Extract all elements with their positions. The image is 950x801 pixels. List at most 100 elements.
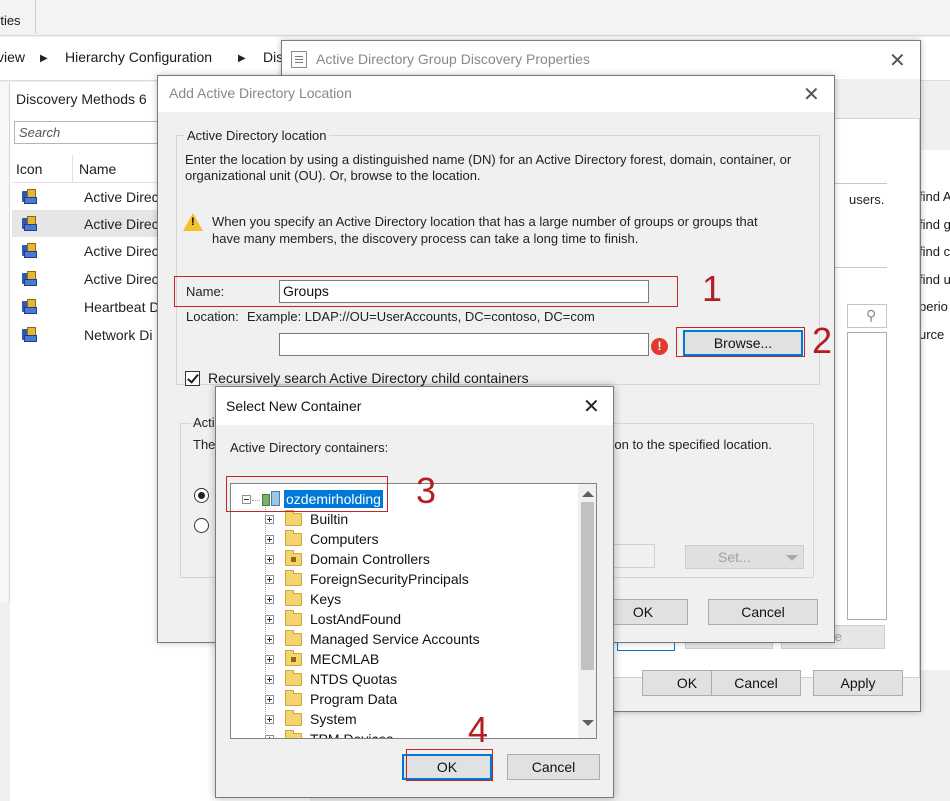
group-description: sion to the specified location. (605, 437, 772, 452)
tree-node[interactable]: Keys (231, 590, 577, 610)
expand-icon[interactable] (265, 555, 274, 564)
column-header-icon[interactable]: Icon (16, 161, 42, 177)
group-label: Acti (191, 415, 217, 430)
warning-line: have many members, the discovery process… (212, 231, 639, 246)
close-icon[interactable]: ✕ (803, 82, 820, 107)
detail-fragment: find g (919, 217, 950, 232)
breadcrumb-separator-icon: ▶ (238, 53, 246, 64)
expand-icon[interactable] (265, 735, 274, 738)
tree-node[interactable]: MECMLAB (231, 650, 577, 670)
expand-icon[interactable] (265, 675, 274, 684)
details-column: find A find g find c find u perio urce (918, 150, 950, 670)
content-title: Discovery Methods 6 (16, 91, 147, 107)
chevron-down-icon (786, 555, 798, 561)
set-account-button[interactable]: Set... (685, 545, 804, 569)
folder-icon (285, 570, 302, 586)
cancel-button[interactable]: Cancel (708, 599, 818, 625)
discovery-method-icon (22, 189, 40, 205)
specify-account-radio[interactable] (194, 518, 209, 533)
column-header-name[interactable]: Name (79, 161, 116, 177)
tree-node[interactable]: Managed Service Accounts (231, 630, 577, 650)
expand-icon[interactable] (265, 715, 274, 724)
expand-icon[interactable] (265, 615, 274, 624)
navigation-pane (0, 82, 10, 602)
tree-node[interactable]: Domain Controllers (231, 550, 577, 570)
folder-icon (285, 610, 302, 626)
discovery-method-icon (22, 271, 40, 287)
ou-folder-icon (285, 550, 302, 566)
folder-icon (285, 710, 302, 726)
recursive-search-label: Recursively search Active Directory chil… (208, 370, 529, 386)
callout-box-name (174, 276, 678, 307)
discovery-method-icon (22, 243, 40, 259)
folder-icon (285, 690, 302, 706)
expand-icon[interactable] (265, 595, 274, 604)
callout-number: 3 (416, 470, 437, 511)
folder-icon (285, 730, 302, 738)
description-line: organizational unit (OU). Or, browse to … (185, 168, 481, 183)
detail-fragment: perio (919, 299, 948, 314)
folder-icon (285, 630, 302, 646)
location-input[interactable] (279, 333, 649, 356)
dialog-titlebar[interactable]: Add Active Directory Location ✕ (158, 76, 834, 112)
expand-icon[interactable] (265, 635, 274, 644)
close-icon[interactable]: ✕ (889, 48, 906, 73)
ribbon-tab-properties[interactable]: rties (0, 0, 36, 34)
scroll-thumb[interactable] (581, 502, 594, 670)
location-example: Example: LDAP://OU=UserAccounts, DC=cont… (247, 309, 595, 324)
dialog-titlebar[interactable]: Select New Container ✕ (216, 387, 613, 425)
locations-search-input[interactable]: ⚲ (847, 304, 887, 328)
folder-icon (285, 590, 302, 606)
breadcrumb-separator-icon: ▶ (40, 53, 48, 64)
cancel-button[interactable]: Cancel (711, 670, 801, 696)
discovery-method-icon (22, 299, 40, 315)
dialog-title: Add Active Directory Location (169, 85, 352, 101)
scroll-down-icon[interactable] (582, 720, 594, 726)
group-description: The (193, 437, 216, 452)
computer-account-radio[interactable] (194, 488, 209, 503)
callout-number: 2 (812, 320, 833, 361)
tree-node[interactable]: System (231, 710, 577, 730)
recursive-search-checkbox[interactable] (185, 371, 200, 386)
tree-node[interactable]: ForeignSecurityPrincipals (231, 570, 577, 590)
discovery-method-icon (22, 216, 40, 232)
expand-icon[interactable] (265, 655, 274, 664)
warning-icon: ! (183, 213, 203, 231)
cancel-button[interactable]: Cancel (507, 754, 600, 780)
description-fragment: users. (849, 192, 885, 207)
breadcrumb-item-hierarchy[interactable]: Hierarchy Configuration (65, 49, 212, 65)
expand-icon[interactable] (265, 515, 274, 524)
tree-node[interactable]: NTDS Quotas (231, 670, 577, 690)
callout-number: 4 (468, 709, 489, 750)
expand-icon[interactable] (265, 575, 274, 584)
tree-node[interactable]: LostAndFound (231, 610, 577, 630)
error-icon: ! (651, 338, 668, 355)
tree-node[interactable]: Builtin (231, 510, 577, 530)
callout-box-ok (406, 749, 493, 781)
expand-icon[interactable] (265, 535, 274, 544)
tree-node[interactable]: Program Data (231, 690, 577, 710)
dialog-title: Select New Container (226, 398, 362, 414)
tree-node[interactable]: TPM Devices (231, 730, 577, 738)
folder-icon (285, 530, 302, 546)
folder-icon (285, 670, 302, 686)
detail-fragment: find A (919, 189, 950, 204)
detail-fragment: urce (919, 327, 945, 342)
discovery-method-icon (22, 327, 40, 343)
containers-label: Active Directory containers: (230, 440, 389, 455)
group-label: Active Directory location (184, 128, 330, 143)
close-icon[interactable]: ✕ (583, 394, 600, 419)
dialog-title: Active Directory Group Discovery Propert… (316, 51, 590, 67)
container-tree[interactable]: ozdemirholding Builtin Computers Domain … (230, 483, 597, 739)
scroll-up-icon[interactable] (582, 491, 594, 497)
apply-button[interactable]: Apply (813, 670, 903, 696)
tree-node[interactable]: Computers (231, 530, 577, 550)
callout-box-root (226, 476, 388, 512)
ou-folder-icon (285, 650, 302, 666)
locations-list[interactable] (847, 332, 887, 620)
dialog-titlebar[interactable]: Active Directory Group Discovery Propert… (282, 41, 920, 79)
expand-icon[interactable] (265, 695, 274, 704)
description-line: Enter the location by using a distinguis… (185, 152, 792, 167)
detail-fragment: find u (919, 272, 950, 287)
breadcrumb-item-overview[interactable]: view (0, 49, 25, 65)
